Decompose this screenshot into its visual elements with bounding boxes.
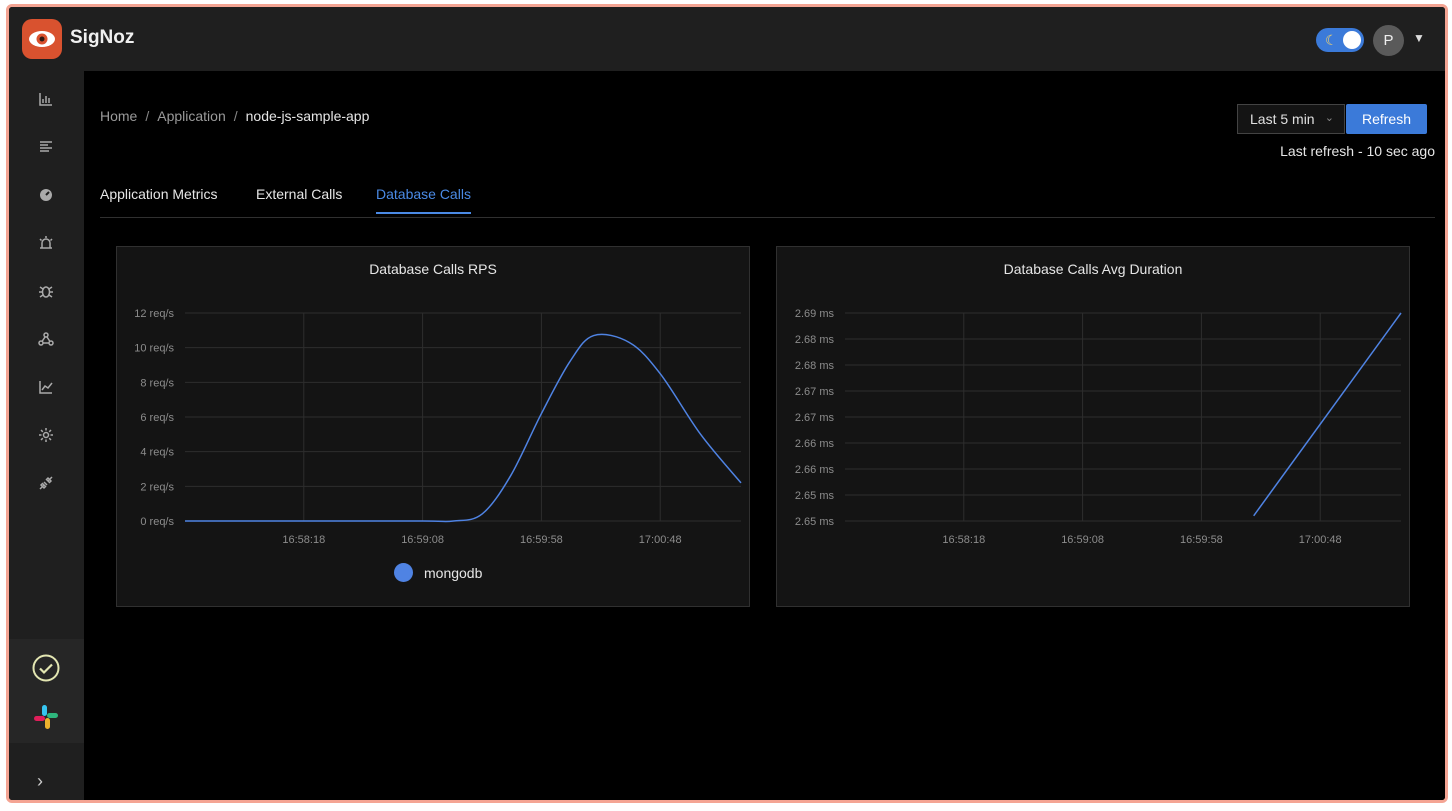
legend-label: mongodb — [424, 564, 483, 581]
x-tick-label: 16:59:08 — [401, 534, 444, 546]
list-icon[interactable] — [35, 136, 57, 158]
avg-duration-chart: 2.65 ms 2.65 ms 2.66 ms 2.66 ms 2.67 ms 2.67 … — [795, 308, 1402, 546]
x-tick-label: 16:58:18 — [942, 534, 985, 546]
breadcrumb-current: node-js-sample-app — [245, 108, 370, 124]
bug-icon[interactable] — [35, 280, 57, 302]
time-range-value: Last 5 min — [1250, 111, 1315, 127]
y-tick-label: 2.69 ms — [795, 308, 835, 320]
y-tick-label: 2.66 ms — [795, 438, 835, 450]
caret-down-icon[interactable]: ▼ — [1413, 31, 1425, 45]
y-tick-label: 2.68 ms — [795, 360, 835, 372]
x-tick-label: 16:59:58 — [520, 534, 563, 546]
y-tick-label: 2.68 ms — [795, 334, 835, 346]
time-range-select[interactable]: Last 5 min ⌄ — [1237, 104, 1345, 134]
chevron-right-icon[interactable]: › — [37, 771, 43, 792]
dashboard-icon[interactable] — [35, 184, 57, 206]
theme-toggle[interactable]: ☾ — [1316, 28, 1364, 52]
eye-logo-icon[interactable] — [22, 19, 62, 59]
alert-icon[interactable] — [35, 232, 57, 254]
tab-external-calls[interactable]: External Calls — [256, 186, 342, 212]
series-line-series-1[interactable] — [1253, 312, 1402, 517]
check-circle-icon[interactable] — [31, 653, 61, 688]
main-content: Home / Application / node-js-sample-app Last… — [84, 71, 1445, 800]
y-tick-label: 2 req/s — [140, 481, 174, 493]
chevron-down-icon: ⌄ — [1324, 112, 1334, 124]
y-tick-label: 8 req/s — [140, 377, 174, 389]
last-refresh-text: Last refresh - 10 sec ago — [1280, 143, 1435, 159]
y-tick-label: 6 req/s — [140, 412, 174, 424]
brand-name[interactable]: SigNoz — [70, 27, 134, 49]
api-icon[interactable] — [35, 472, 57, 494]
top-bar: SigNoz ☾ P ▼ — [9, 7, 1445, 72]
sidebar-bottom-panel — [9, 639, 84, 743]
y-tick-label: 2.67 ms — [795, 412, 835, 424]
avatar[interactable]: P — [1373, 25, 1404, 56]
tab-application-metrics[interactable]: Application Metrics — [100, 186, 218, 212]
x-tick-label: 17:00:48 — [1299, 534, 1342, 546]
sidebar: › — [9, 71, 84, 800]
refresh-button[interactable]: Refresh — [1346, 104, 1427, 134]
app-window: SigNoz ☾ P ▼ › Home / Application / node… — [6, 4, 1448, 803]
y-tick-label: 12 req/s — [134, 308, 174, 320]
legend-swatch — [394, 563, 413, 582]
y-tick-label: 2.66 ms — [795, 464, 835, 476]
breadcrumb-home[interactable]: Home — [100, 108, 137, 124]
y-tick-label: 2.65 ms — [795, 516, 835, 528]
toggle-knob — [1343, 31, 1361, 49]
service-map-icon[interactable] — [35, 328, 57, 350]
tab-database-calls[interactable]: Database Calls — [376, 186, 471, 214]
slack-icon[interactable] — [32, 703, 60, 736]
moon-icon: ☾ — [1325, 32, 1338, 48]
y-tick-label: 2.65 ms — [795, 490, 835, 502]
avg-duration-chart-card: Database Calls Avg Duration 2.65 ms 2.65 … — [776, 246, 1410, 607]
rps-chart-card: Database Calls RPS 0 req/s 2 req/s 4 req/s… — [116, 246, 750, 607]
tab-bar: Application Metrics External Calls Datab… — [100, 181, 1435, 218]
x-tick-label: 16:59:08 — [1061, 534, 1104, 546]
x-tick-label: 17:00:48 — [639, 534, 682, 546]
x-tick-label: 16:59:58 — [1180, 534, 1223, 546]
breadcrumb-application[interactable]: Application — [157, 108, 226, 124]
series-line-mongodb[interactable] — [184, 333, 742, 523]
rps-legend[interactable]: mongodb — [394, 563, 482, 582]
bar-chart-icon[interactable] — [35, 88, 57, 110]
y-tick-label: 10 req/s — [134, 343, 174, 355]
y-tick-label: 0 req/s — [140, 516, 174, 528]
y-tick-label: 4 req/s — [140, 447, 174, 459]
rps-chart: 0 req/s 2 req/s 4 req/s 6 req/s 8 req/s 10 re… — [134, 308, 742, 546]
breadcrumb: Home / Application / node-js-sample-app — [100, 108, 370, 124]
y-tick-label: 2.67 ms — [795, 386, 835, 398]
line-chart-icon[interactable] — [35, 376, 57, 398]
settings-icon[interactable] — [35, 424, 57, 446]
x-tick-label: 16:58:18 — [282, 534, 325, 546]
